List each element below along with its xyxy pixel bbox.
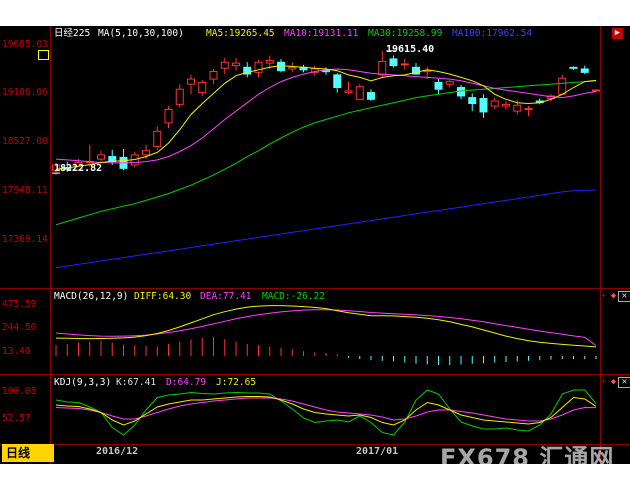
candle-body xyxy=(389,58,398,67)
ma100-line xyxy=(55,189,597,269)
candle-body xyxy=(142,150,150,156)
candle-body xyxy=(344,90,353,94)
candle-body xyxy=(97,154,105,160)
plot-area[interactable] xyxy=(0,26,630,464)
y-tick: 17948.11 xyxy=(2,185,48,196)
y-tick: 475.59 xyxy=(2,299,37,310)
close-icon[interactable]: ✕ xyxy=(618,291,630,302)
kdj-label: KDJ(9,3,3) xyxy=(54,377,112,388)
candle-body xyxy=(187,78,195,85)
axis-line xyxy=(50,26,51,464)
y-tick: 100.08 xyxy=(2,386,37,397)
chart-frame: 日经225 MA(5,10,30,100) MA5:19265.45 MA10:… xyxy=(0,26,630,472)
dea-value: DEA:77.41 xyxy=(200,291,252,302)
candle-body xyxy=(468,97,477,105)
y-tick: 18527.08 xyxy=(2,136,48,147)
candle-body xyxy=(288,66,297,70)
candle-body xyxy=(479,97,488,113)
period-tab[interactable]: 日线 xyxy=(2,444,54,462)
axis-line xyxy=(600,26,601,464)
candle-body xyxy=(580,68,589,73)
candle-body xyxy=(502,103,510,107)
candle-body xyxy=(220,61,229,69)
candle-body xyxy=(558,77,567,95)
candle-body xyxy=(400,63,409,66)
candle-body xyxy=(367,92,375,100)
ma5-value: MA5:19265.45 xyxy=(206,28,275,39)
candle-body xyxy=(209,71,218,80)
candle-body xyxy=(164,108,173,124)
dea-line xyxy=(55,309,597,346)
ma30-value: MA30:19258.99 xyxy=(368,28,443,39)
ma5-line xyxy=(55,65,597,170)
checkbox-icon[interactable] xyxy=(38,50,49,60)
candle-body xyxy=(232,62,240,67)
candle-body xyxy=(153,130,162,147)
d-value: D:64.79 xyxy=(166,377,207,388)
ma10-value: MA10:19131.11 xyxy=(284,28,359,39)
k-value: K:67.41 xyxy=(116,377,157,388)
candle-body xyxy=(445,81,454,85)
close-icon[interactable]: ✕ xyxy=(618,377,630,388)
panel-divider xyxy=(0,374,630,375)
panel-divider xyxy=(0,288,630,289)
y-tick: 19106.06 xyxy=(2,87,48,98)
candle-body xyxy=(490,100,499,107)
panel-menu-button[interactable]: ▶ xyxy=(612,28,623,39)
d-line xyxy=(55,397,597,422)
candle-body xyxy=(378,60,387,76)
macd-value: MACD:-26.22 xyxy=(262,291,325,302)
ma-label: MA(5,10,30,100) xyxy=(98,28,184,39)
x-tick: 2016/12 xyxy=(96,446,139,457)
y-tick: 19685.03 xyxy=(2,39,48,50)
ma10-line xyxy=(55,68,597,164)
high-label: 19615.40 xyxy=(386,44,435,55)
candle-body xyxy=(198,81,207,94)
app: 日经225 MA(5,10,30,100) MA5:19265.45 MA10:… xyxy=(0,0,630,490)
candle-body xyxy=(175,88,184,105)
candle-body xyxy=(434,81,443,90)
y-tick: 17369.14 xyxy=(2,234,48,245)
x-tick: 2017/01 xyxy=(356,446,399,457)
j-line xyxy=(55,389,597,436)
y-tick: 244.50 xyxy=(2,322,37,333)
low-label: 18222.82 xyxy=(54,163,103,174)
candle-body xyxy=(355,86,364,100)
diff-value: DIFF:64.30 xyxy=(134,291,192,302)
candle-body xyxy=(569,66,578,69)
candle-body xyxy=(265,60,274,64)
y-tick: 13.40 xyxy=(2,346,31,357)
y-tick: 52.57 xyxy=(2,413,31,424)
index-name: 日经225 xyxy=(54,28,91,39)
candle-body xyxy=(322,70,330,73)
candle-body xyxy=(333,74,342,89)
diff-line xyxy=(55,305,597,348)
macd-label: MACD(26,12,9) xyxy=(54,291,129,302)
j-value: J:72.65 xyxy=(216,377,257,388)
watermark: FX678 汇通网 xyxy=(440,444,615,472)
ma100-value: MA100:17962.54 xyxy=(452,28,533,39)
candle-body xyxy=(513,104,522,112)
candle-body xyxy=(524,108,533,111)
candle-body xyxy=(592,89,600,92)
